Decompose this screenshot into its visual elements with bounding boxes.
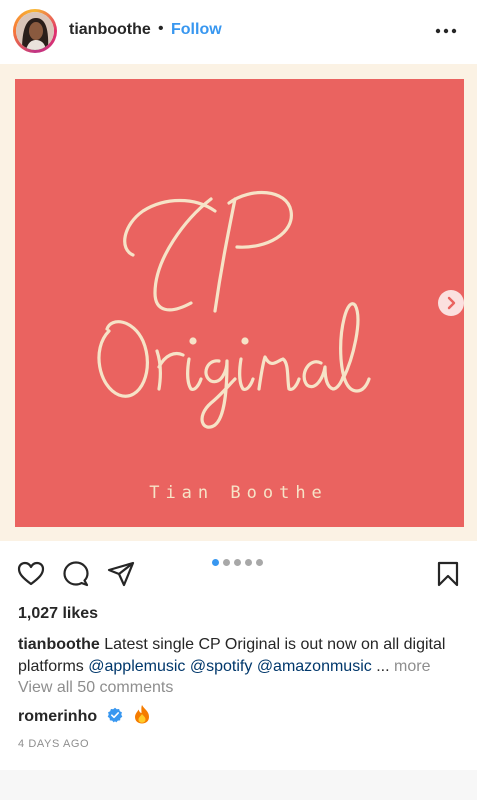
heart-icon[interactable] — [17, 560, 45, 588]
mention-link[interactable]: @applemusic — [88, 658, 185, 675]
mention-link[interactable]: @spotify — [190, 658, 252, 675]
more-horizontal-icon[interactable] — [434, 27, 458, 35]
carousel-next-button[interactable] — [438, 290, 464, 316]
artwork-script-title — [97, 190, 371, 429]
chevron-right-icon — [447, 296, 456, 310]
action-bar — [0, 552, 477, 592]
view-all-comments-link[interactable]: View all 50 comments — [18, 679, 173, 697]
post-timestamp: 4 DAYS AGO — [18, 738, 90, 750]
avatar-image — [16, 12, 54, 50]
avatar[interactable] — [13, 9, 57, 53]
fire-emoji-icon — [135, 705, 150, 724]
verified-badge-icon — [107, 707, 122, 723]
follow-button[interactable]: Follow — [171, 21, 222, 39]
comment-row: romerinho — [18, 704, 151, 726]
carousel-dot — [234, 559, 241, 566]
mention-link[interactable]: @amazonmusic — [257, 658, 372, 675]
post-caption: tianboothe Latest single CP Original is … — [18, 634, 464, 678]
carousel-dot — [223, 559, 230, 566]
carousel-dot — [256, 559, 263, 566]
send-icon[interactable] — [107, 560, 135, 588]
carousel-dot-active — [212, 559, 219, 566]
bookmark-icon[interactable] — [434, 560, 462, 588]
caption-username[interactable]: tianboothe — [18, 636, 100, 653]
post-username[interactable]: tianboothe — [69, 21, 151, 39]
post-card: tianboothe • Follow Tian Boothe 1,027 li… — [0, 0, 477, 770]
post-header: tianboothe • Follow — [0, 0, 477, 64]
separator-dot: • — [158, 20, 164, 37]
album-artwork — [15, 79, 464, 527]
comment-icon[interactable] — [62, 560, 90, 588]
comment-username[interactable]: romerinho — [18, 708, 97, 725]
carousel-dot — [245, 559, 252, 566]
likes-count[interactable]: 1,027 likes — [18, 605, 98, 623]
artwork-artist-name: Tian Boothe — [149, 483, 328, 503]
caption-more-link[interactable]: more — [394, 658, 430, 675]
caption-ellipsis: ... — [376, 658, 390, 675]
